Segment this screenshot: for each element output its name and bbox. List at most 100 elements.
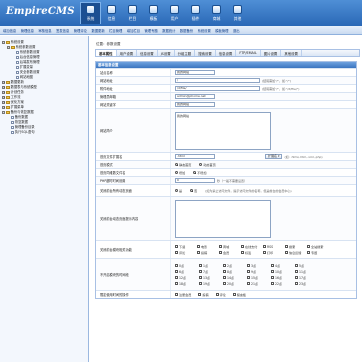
expand-icon[interactable]: +: [2, 81, 5, 84]
checkbox[interactable]: [241, 245, 244, 249]
checkbox[interactable]: [219, 245, 222, 249]
checkbox-option[interactable]: 19点: [199, 281, 223, 286]
radio-button[interactable]: [190, 189, 194, 192]
radio-option[interactable]: 静态首页: [175, 162, 191, 167]
checkbox[interactable]: [175, 250, 178, 254]
collapse-icon[interactable]: -: [2, 41, 5, 44]
admin-email-input[interactable]: admin@phome.net: [175, 94, 215, 99]
checkbox[interactable]: [223, 281, 226, 285]
checkbox[interactable]: [285, 245, 288, 249]
tab-item[interactable]: 搜索设置: [195, 50, 216, 56]
checkbox-option[interactable]: 21点: [247, 281, 271, 286]
radio-button[interactable]: [175, 163, 178, 166]
quick-menu-link[interactable]: 数据统计: [162, 28, 175, 33]
radio-option[interactable]: 增加: [175, 170, 185, 175]
checkbox[interactable]: [199, 281, 202, 285]
checkbox-option[interactable]: 22点: [271, 281, 295, 286]
radio-option[interactable]: 是: [175, 188, 182, 193]
expand-icon[interactable]: +: [2, 86, 5, 89]
checkbox[interactable]: [295, 270, 298, 274]
quick-menu-link[interactable]: 模板管理: [215, 28, 228, 33]
checkbox-option[interactable]: 评论: [175, 250, 197, 255]
radio-button[interactable]: [199, 163, 203, 166]
tab-item[interactable]: 信息设置: [216, 50, 237, 56]
checkbox-option[interactable]: 9点: [247, 269, 271, 274]
checkbox-option[interactable]: 11点: [295, 269, 319, 274]
topnav-item[interactable]: 信息: [101, 2, 122, 24]
checkbox[interactable]: [175, 264, 178, 268]
checkbox[interactable]: [271, 281, 274, 285]
topnav-item[interactable]: 商城: [206, 2, 227, 24]
checkbox[interactable]: [199, 270, 202, 274]
expand-icon[interactable]: +: [2, 91, 5, 94]
tab-item[interactable]: 其他设置: [281, 50, 302, 56]
checkbox-option[interactable]: 电影: [197, 244, 219, 249]
checkbox-option[interactable]: 标签: [241, 250, 263, 255]
checkbox[interactable]: [175, 275, 178, 279]
quick-menu-link[interactable]: 增加栏目: [127, 28, 140, 33]
checkbox[interactable]: [295, 264, 298, 268]
quick-menu-link[interactable]: 管理专题: [145, 28, 158, 33]
checkbox-option[interactable]: 在线支付: [241, 244, 263, 249]
checkbox[interactable]: [175, 270, 178, 274]
checkbox[interactable]: [223, 270, 226, 274]
checkbox-option[interactable]: 打印: [263, 250, 285, 255]
topnav-item[interactable]: 系统: [80, 2, 101, 24]
checkbox-option[interactable]: 14点: [223, 275, 247, 280]
quick-menu-link[interactable]: 数据更新: [91, 28, 104, 33]
quick-menu-link[interactable]: 系统设置: [198, 28, 211, 33]
attach-url-input[interactable]: /d/file/: [175, 86, 260, 91]
checkbox-option[interactable]: 信息反馈: [285, 250, 307, 255]
checkbox[interactable]: [232, 293, 236, 296]
checkbox[interactable]: [285, 250, 288, 254]
keywords-input[interactable]: 我的网站: [175, 102, 215, 107]
checkbox[interactable]: [271, 270, 274, 274]
tab-item[interactable]: 图片设置: [261, 50, 282, 56]
checkbox[interactable]: [247, 275, 250, 279]
checkbox[interactable]: [247, 264, 250, 268]
checkbox[interactable]: [295, 281, 298, 285]
checkbox[interactable]: [263, 245, 266, 249]
checkbox-option[interactable]: 18点: [175, 281, 199, 286]
checkbox-option[interactable]: 20点: [223, 281, 247, 286]
checkbox[interactable]: [175, 293, 178, 296]
radio-option[interactable]: 否: [190, 188, 197, 193]
checkbox[interactable]: [175, 281, 178, 285]
checkbox-option[interactable]: 13点: [199, 275, 223, 280]
checkbox-option[interactable]: 注册会员: [175, 292, 191, 297]
checkbox[interactable]: [199, 275, 202, 279]
checkbox-option[interactable]: 0点: [175, 263, 199, 268]
tab-item[interactable]: 信息设置: [137, 50, 158, 56]
radio-option[interactable]: 动态首页: [199, 162, 216, 167]
index-ext-select[interactable]: 扩展名 ▾: [265, 154, 283, 159]
checkbox-option[interactable]: 3点: [247, 263, 271, 268]
checkbox[interactable]: [223, 275, 226, 279]
radio-button[interactable]: [175, 171, 178, 174]
checkbox-option[interactable]: 商城: [219, 244, 241, 249]
checkbox[interactable]: [271, 264, 274, 268]
site-url-input[interactable]: /: [175, 78, 260, 83]
collapse-icon[interactable]: -: [2, 111, 5, 114]
breadcrumb-current[interactable]: 参数设置: [107, 42, 121, 46]
checkbox-option[interactable]: 下载: [175, 244, 197, 249]
tab-item[interactable]: 用户设置: [117, 50, 138, 56]
checkbox-option[interactable]: 留言板: [232, 292, 246, 297]
close-prompt-textarea[interactable]: [175, 199, 271, 238]
checkbox-option[interactable]: 会员: [219, 250, 241, 255]
index-ext-input[interactable]: .html: [175, 154, 215, 159]
expand-icon[interactable]: +: [2, 101, 5, 104]
quick-menu-link[interactable]: 管理信息: [21, 28, 34, 33]
checkbox-option[interactable]: 全站搜索: [307, 244, 329, 249]
quick-menu-link[interactable]: 退出: [233, 28, 240, 33]
checkbox-option[interactable]: 17点: [295, 275, 319, 280]
tab-item[interactable]: 基本属性: [96, 50, 117, 56]
expand-icon[interactable]: +: [2, 106, 5, 109]
checkbox-option[interactable]: 6点: [175, 269, 199, 274]
checkbox-option[interactable]: 16点: [271, 275, 295, 280]
checkbox-option[interactable]: 4点: [271, 263, 295, 268]
checkbox[interactable]: [198, 293, 202, 296]
radio-button[interactable]: [193, 171, 197, 174]
quick-menu-link[interactable]: 增加信息: [3, 28, 16, 33]
quick-menu-link[interactable]: 审核信息: [38, 28, 51, 33]
checkbox[interactable]: [247, 270, 250, 274]
